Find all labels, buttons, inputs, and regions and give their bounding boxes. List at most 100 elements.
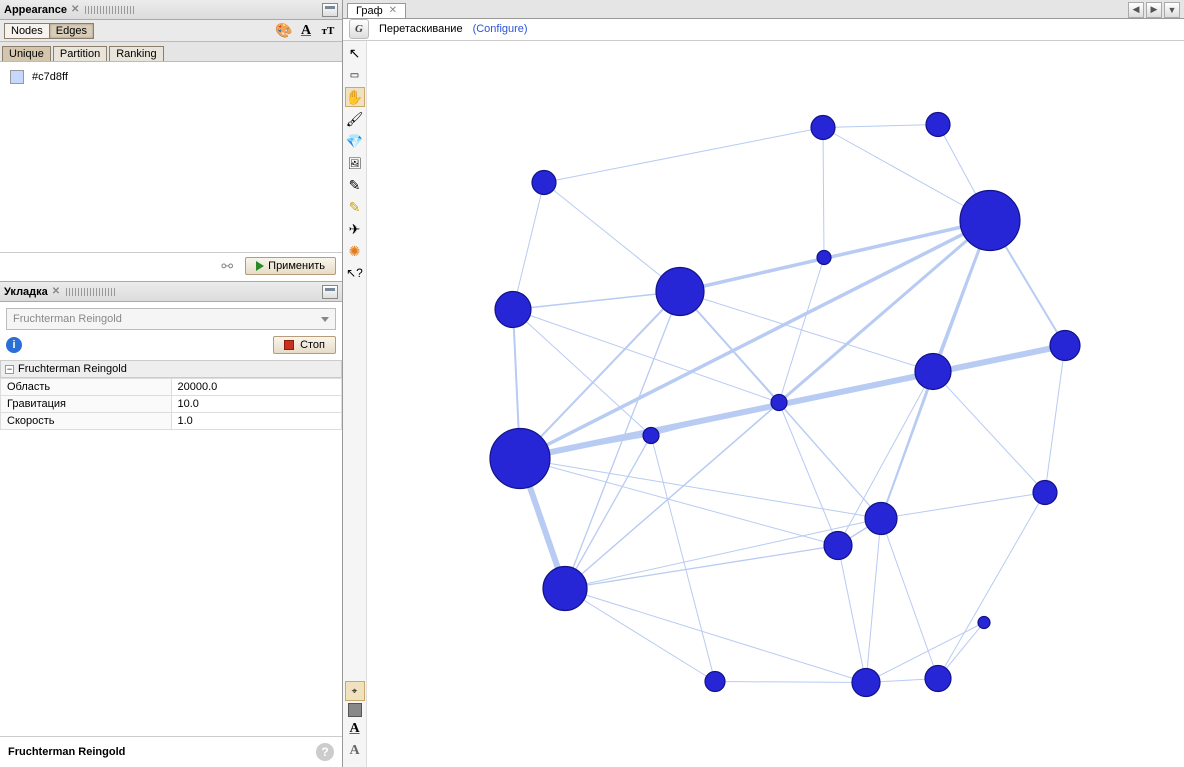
graph-node[interactable] (926, 113, 950, 137)
graph-edge[interactable] (544, 128, 823, 183)
graph-edge[interactable] (779, 372, 933, 403)
graph-canvas[interactable] (367, 41, 1184, 767)
tab-unique[interactable]: Unique (2, 46, 51, 61)
appearance-close-icon[interactable]: ✕ (71, 4, 79, 15)
reset-colors-icon[interactable] (348, 703, 362, 717)
graph-edge[interactable] (715, 682, 866, 683)
chain-icon[interactable]: ⚯ (221, 258, 233, 275)
label-plain-icon[interactable]: A (345, 741, 365, 761)
layout-window-icon[interactable] (322, 285, 338, 299)
property-value[interactable]: 1.0 (171, 413, 342, 430)
graph-edge[interactable] (881, 372, 933, 519)
graph-edge[interactable] (565, 292, 680, 589)
property-value[interactable]: 20000.0 (171, 379, 342, 396)
rect-select-tool-icon[interactable]: ▭ (345, 65, 365, 85)
graph-node[interactable] (960, 191, 1020, 251)
sizer-tool-icon[interactable]: 💎 (345, 131, 365, 151)
graph-node[interactable] (495, 292, 531, 328)
graph-node[interactable] (925, 666, 951, 692)
graph-edge[interactable] (565, 589, 866, 683)
stop-button[interactable]: Стоп (273, 336, 336, 354)
drag-grip[interactable] (85, 6, 135, 14)
nodes-toggle[interactable]: Nodes (4, 23, 50, 39)
prop-group-header[interactable]: − Fruchterman Reingold (0, 360, 342, 378)
graph-edge[interactable] (866, 519, 881, 683)
graph-edge[interactable] (933, 346, 1065, 372)
graph-edge[interactable] (565, 589, 715, 682)
tab-partition[interactable]: Partition (53, 46, 107, 61)
size-mode-icon[interactable]: тТ (318, 22, 338, 40)
pointer-tool-icon[interactable]: ↖ (345, 43, 365, 63)
color-swatch[interactable] (10, 70, 24, 84)
brush-tool-icon[interactable]: 🖌 (345, 109, 365, 129)
graph-node[interactable] (532, 171, 556, 195)
collapse-icon[interactable]: − (5, 365, 14, 374)
graph-edge[interactable] (513, 183, 544, 310)
info-icon[interactable]: i (6, 337, 22, 353)
center-graph-icon[interactable]: ⌖ (345, 681, 365, 701)
graph-edge[interactable] (933, 372, 1045, 493)
graph-node[interactable] (1033, 481, 1057, 505)
graph-edge[interactable] (823, 125, 938, 128)
graph-edge[interactable] (513, 292, 680, 310)
graph-node[interactable] (643, 428, 659, 444)
graph-node[interactable] (865, 503, 897, 535)
graph-edge[interactable] (779, 403, 838, 546)
edges-toggle[interactable]: Edges (50, 23, 94, 39)
graph-edge[interactable] (520, 459, 881, 519)
graph-node[interactable] (852, 669, 880, 697)
layout-close-icon[interactable]: ✕ (52, 286, 60, 297)
help-icon[interactable]: ? (316, 743, 334, 761)
graph-node[interactable] (543, 567, 587, 611)
heatmap-tool-icon[interactable]: ✺ (345, 241, 365, 261)
graph-edge[interactable] (779, 258, 824, 403)
graph-node[interactable] (978, 617, 990, 629)
graph-edge[interactable] (544, 183, 680, 292)
drag-tool-icon[interactable]: ✋ (345, 87, 365, 107)
layout-algorithm-select[interactable]: Fruchterman Reingold (6, 308, 336, 330)
graph-edge[interactable] (1045, 346, 1065, 493)
graph-node[interactable] (824, 532, 852, 560)
drag-grip[interactable] (66, 288, 116, 296)
graph-edge[interactable] (565, 436, 651, 589)
configure-link[interactable]: (Configure) (473, 23, 528, 35)
query-tool-icon[interactable]: ↖? (345, 263, 365, 283)
graph-node[interactable] (915, 354, 951, 390)
graph-node[interactable] (705, 672, 725, 692)
label-color-icon[interactable]: A (296, 22, 316, 40)
graph-edge[interactable] (520, 459, 838, 546)
graph-edge[interactable] (651, 436, 715, 682)
shortest-path-tool-icon[interactable]: ✈ (345, 219, 365, 239)
color-mode-icon[interactable] (274, 22, 294, 40)
graph-edge[interactable] (513, 310, 651, 436)
graph-node[interactable] (771, 395, 787, 411)
property-value[interactable]: 10.0 (171, 396, 342, 413)
apply-button[interactable]: Применить (245, 257, 336, 275)
graph-edge[interactable] (779, 403, 881, 519)
node-pencil-tool-icon[interactable]: ✎ (345, 197, 365, 217)
graph-node[interactable] (490, 429, 550, 489)
graph-node[interactable] (811, 116, 835, 140)
graph-edge[interactable] (823, 128, 824, 258)
painter-tool-icon[interactable]: 🖼 (345, 153, 365, 173)
appearance-window-icon[interactable] (322, 3, 338, 17)
graph-edge[interactable] (866, 623, 984, 683)
color-entry[interactable]: #c7d8ff (10, 70, 332, 84)
graph-edge[interactable] (938, 493, 1045, 679)
nav-next-icon[interactable]: ▶ (1146, 2, 1162, 18)
nav-prev-icon[interactable]: ◀ (1128, 2, 1144, 18)
graph-edge[interactable] (565, 546, 838, 589)
graph-tab[interactable]: Граф ✕ (347, 3, 406, 18)
graph-node[interactable] (1050, 331, 1080, 361)
graph-edge[interactable] (513, 310, 779, 403)
label-underline-icon[interactable]: A (345, 719, 365, 739)
graph-edge[interactable] (881, 493, 1045, 519)
graph-node[interactable] (817, 251, 831, 265)
graph-tab-close-icon[interactable]: ✕ (389, 5, 397, 16)
graph-node[interactable] (656, 268, 704, 316)
edge-pencil-tool-icon[interactable]: ✎ (345, 175, 365, 195)
graph-edge[interactable] (881, 519, 938, 679)
tab-ranking[interactable]: Ranking (109, 46, 163, 61)
nav-menu-icon[interactable]: ▼ (1164, 2, 1180, 18)
graph-edge[interactable] (838, 546, 866, 683)
